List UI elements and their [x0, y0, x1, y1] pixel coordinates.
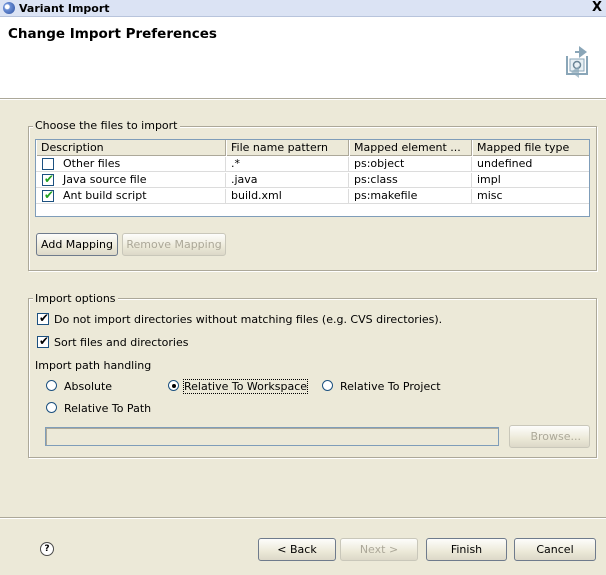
import-path-input[interactable]	[45, 427, 499, 446]
radio-relative-workspace[interactable]	[168, 380, 179, 391]
radio-relative-path-label[interactable]: Relative To Path	[64, 402, 151, 415]
footer-separator	[0, 517, 606, 519]
row-description: Java source file	[63, 173, 147, 186]
finish-button[interactable]: Finish	[426, 538, 507, 561]
files-group-legend: Choose the files to import	[33, 119, 180, 132]
row-file-type: misc	[472, 189, 589, 204]
row-checkbox[interactable]: ✔	[42, 173, 55, 186]
check-icon: ✔	[44, 189, 55, 202]
radio-relative-workspace-label[interactable]: Relative To Workspace	[182, 379, 309, 394]
close-button[interactable]: X	[592, 0, 602, 16]
radio-absolute-label[interactable]: Absolute	[64, 380, 112, 393]
remove-mapping-button[interactable]: Remove Mapping	[122, 233, 226, 256]
check-icon: ✔	[39, 334, 50, 348]
check-icon: ✔	[44, 173, 55, 186]
skip-dirs-label[interactable]: Do not import directories without matchi…	[54, 313, 442, 326]
eclipse-app-icon	[3, 2, 15, 14]
row-pattern: .java	[226, 173, 349, 188]
row-element: ps:object	[349, 157, 472, 172]
import-options-legend: Import options	[33, 292, 118, 305]
skip-dirs-checkbox[interactable]: ✔	[37, 311, 50, 325]
cancel-button[interactable]: Cancel	[514, 538, 596, 561]
column-description[interactable]: Description	[36, 140, 226, 156]
file-mapping-table[interactable]: Description File name pattern Mapped ele…	[35, 139, 590, 217]
window-title: Variant Import	[19, 2, 110, 15]
row-file-type: undefined	[472, 157, 589, 172]
row-checkbox[interactable]	[42, 158, 54, 170]
next-button[interactable]: Next >	[340, 538, 418, 561]
radio-relative-project-label[interactable]: Relative To Project	[340, 380, 441, 393]
row-file-type: impl	[472, 173, 589, 188]
import-wizard-icon	[566, 46, 588, 78]
help-icon[interactable]: ?	[40, 542, 54, 556]
radio-relative-project[interactable]	[322, 380, 333, 391]
table-row[interactable]: ✔ Java source file .java ps:class impl	[36, 173, 589, 188]
row-description: Other files	[63, 157, 121, 170]
column-mapped-element[interactable]: Mapped element ...	[349, 140, 472, 156]
check-icon: ✔	[39, 311, 50, 325]
row-checkbox[interactable]: ✔	[42, 189, 55, 202]
back-button[interactable]: < Back	[258, 538, 336, 561]
row-pattern: build.xml	[226, 189, 349, 204]
column-mapped-file-type[interactable]: Mapped file type	[472, 140, 589, 156]
page-title: Change Import Preferences	[8, 26, 217, 42]
row-pattern: .*	[226, 157, 349, 172]
row-description: Ant build script	[63, 189, 147, 202]
path-handling-label: Import path handling	[35, 359, 152, 372]
add-mapping-button[interactable]: Add Mapping	[36, 233, 118, 256]
table-row[interactable]: Other files .* ps:object undefined	[36, 157, 589, 172]
sort-label[interactable]: Sort files and directories	[54, 336, 188, 349]
header-separator	[0, 98, 606, 100]
table-header: Description File name pattern Mapped ele…	[36, 140, 589, 156]
browse-button[interactable]: Browse...	[509, 425, 590, 448]
row-element: ps:makefile	[349, 189, 472, 204]
column-pattern[interactable]: File name pattern	[226, 140, 349, 156]
radio-absolute[interactable]	[46, 380, 57, 391]
table-row[interactable]: ✔ Ant build script build.xml ps:makefile…	[36, 189, 589, 204]
sort-checkbox[interactable]: ✔	[37, 334, 50, 348]
title-bar: Variant Import X	[0, 0, 606, 17]
variant-import-dialog: Variant Import X Change Import Preferenc…	[0, 0, 606, 575]
row-element: ps:class	[349, 173, 472, 188]
radio-relative-path[interactable]	[46, 402, 57, 413]
